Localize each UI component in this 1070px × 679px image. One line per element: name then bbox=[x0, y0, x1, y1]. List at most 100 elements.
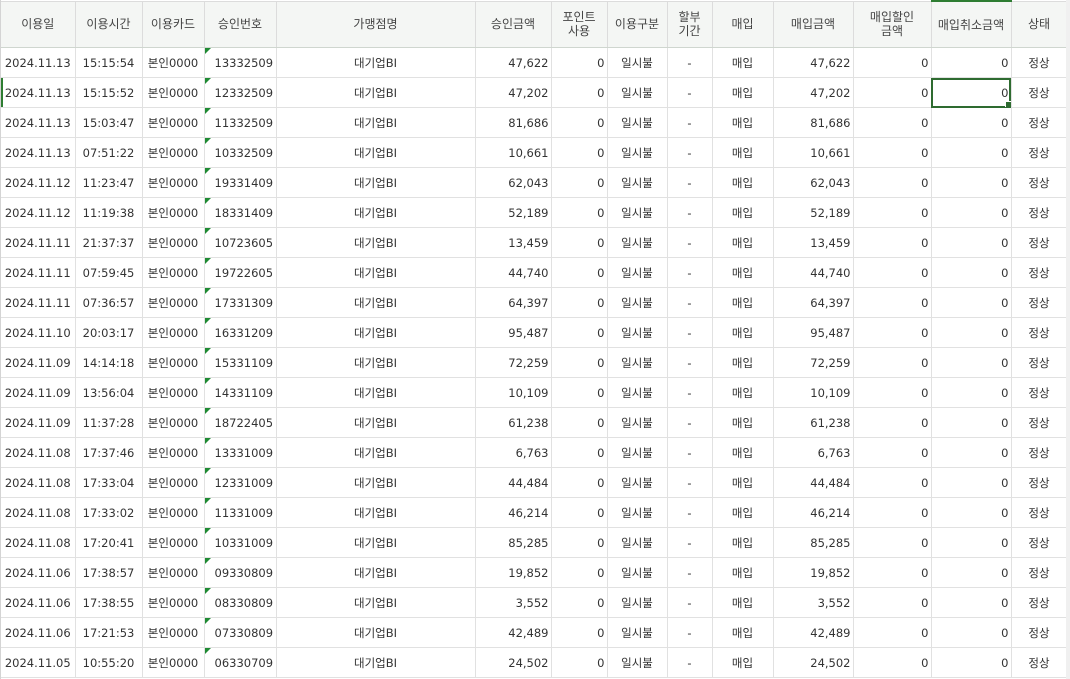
cell-status[interactable]: 정상 bbox=[1011, 377, 1068, 408]
cell-installment-period[interactable]: - bbox=[667, 407, 713, 438]
cell-use-time[interactable]: 17:37:46 bbox=[75, 437, 143, 468]
cell-status[interactable]: 정상 bbox=[1011, 317, 1068, 348]
cell-approval-no[interactable]: 18722405 bbox=[204, 407, 277, 438]
cell-purchase-cancel-amount[interactable]: 0 bbox=[931, 647, 1012, 678]
cell-approval-no[interactable]: 18331409 bbox=[204, 197, 277, 228]
cell-purchase-cancel-amount[interactable]: 0 bbox=[931, 107, 1012, 138]
cell-installment-period[interactable]: - bbox=[667, 227, 713, 258]
cell-purchase-discount-amount[interactable]: 0 bbox=[853, 227, 932, 258]
cell-status[interactable]: 정상 bbox=[1011, 137, 1068, 168]
cell-point-use[interactable]: 0 bbox=[551, 47, 608, 78]
cell-point-use[interactable]: 0 bbox=[551, 257, 608, 288]
cell-installment-period[interactable]: - bbox=[667, 137, 713, 168]
cell-merchant-name[interactable]: 대기업BI bbox=[276, 197, 476, 228]
cell-merchant-name[interactable]: 대기업BI bbox=[276, 467, 476, 498]
cell-use-date[interactable]: 2024.11.08 bbox=[1, 527, 76, 558]
cell-approval-no[interactable]: 06330709 bbox=[204, 647, 277, 678]
cell-point-use[interactable]: 0 bbox=[551, 377, 608, 408]
cell-point-use[interactable]: 0 bbox=[551, 527, 608, 558]
cell-purchase-amount[interactable]: 46,214 bbox=[773, 497, 854, 528]
cell-merchant-name[interactable]: 대기업BI bbox=[276, 437, 476, 468]
cell-status[interactable]: 정상 bbox=[1011, 167, 1068, 198]
cell-merchant-name[interactable]: 대기업BI bbox=[276, 377, 476, 408]
cell-approval-no[interactable]: 12332509 bbox=[204, 77, 277, 108]
cell-approval-no[interactable]: 17331309 bbox=[204, 287, 277, 318]
cell-purchase[interactable]: 매입 bbox=[712, 467, 774, 498]
cell-installment-period[interactable]: - bbox=[667, 467, 713, 498]
header-use-type[interactable]: 이용구분 bbox=[607, 0, 668, 48]
cell-approval-amount[interactable]: 46,214 bbox=[475, 497, 552, 528]
cell-purchase-discount-amount[interactable]: 0 bbox=[853, 617, 932, 648]
cell-purchase-discount-amount[interactable]: 0 bbox=[853, 347, 932, 378]
cell-use-card[interactable]: 본인0000 bbox=[142, 137, 205, 168]
cell-installment-period[interactable]: - bbox=[667, 497, 713, 528]
cell-purchase[interactable]: 매입 bbox=[712, 257, 774, 288]
cell-use-card[interactable]: 본인0000 bbox=[142, 317, 205, 348]
cell-purchase[interactable]: 매입 bbox=[712, 647, 774, 678]
table-row[interactable]: 2024.11.11 21:37:37 본인0000 10723605 대기업BI 13,… bbox=[1, 227, 1068, 258]
cell-merchant-name[interactable]: 대기업BI bbox=[276, 77, 476, 108]
cell-approval-amount[interactable]: 95,487 bbox=[475, 317, 552, 348]
cell-purchase-amount[interactable]: 95,487 bbox=[773, 317, 854, 348]
cell-use-date[interactable]: 2024.11.08 bbox=[1, 467, 76, 498]
table-row[interactable]: 2024.11.08 17:33:02 본인0000 11331009 대기업BI 46,… bbox=[1, 497, 1068, 528]
cell-use-card[interactable]: 본인0000 bbox=[142, 347, 205, 378]
cell-use-date[interactable]: 2024.11.10 bbox=[1, 317, 76, 348]
cell-use-type[interactable]: 일시불 bbox=[607, 647, 668, 678]
cell-use-type[interactable]: 일시불 bbox=[607, 587, 668, 618]
cell-use-date[interactable]: 2024.11.13 bbox=[1, 77, 76, 108]
cell-status[interactable]: 정상 bbox=[1011, 647, 1068, 678]
cell-approval-no[interactable]: 13332509 bbox=[204, 47, 277, 78]
cell-purchase-amount[interactable]: 10,109 bbox=[773, 377, 854, 408]
cell-use-type[interactable]: 일시불 bbox=[607, 347, 668, 378]
cell-status[interactable]: 정상 bbox=[1011, 287, 1068, 318]
table-row[interactable]: 2024.11.06 17:38:57 본인0000 09330809 대기업BI 19,… bbox=[1, 557, 1068, 588]
cell-purchase[interactable]: 매입 bbox=[712, 377, 774, 408]
cell-use-type[interactable]: 일시불 bbox=[607, 197, 668, 228]
cell-purchase-discount-amount[interactable]: 0 bbox=[853, 137, 932, 168]
cell-purchase-discount-amount[interactable]: 0 bbox=[853, 557, 932, 588]
cell-approval-amount[interactable]: 47,622 bbox=[475, 47, 552, 78]
cell-purchase-cancel-amount[interactable]: 0 bbox=[931, 257, 1012, 288]
cell-approval-no[interactable]: 11332509 bbox=[204, 107, 277, 138]
cell-purchase-cancel-amount[interactable]: 0 bbox=[931, 377, 1012, 408]
cell-purchase[interactable]: 매입 bbox=[712, 47, 774, 78]
cell-approval-amount[interactable]: 10,661 bbox=[475, 137, 552, 168]
cell-purchase-amount[interactable]: 42,489 bbox=[773, 617, 854, 648]
cell-use-date[interactable]: 2024.11.09 bbox=[1, 377, 76, 408]
cell-status[interactable]: 정상 bbox=[1011, 257, 1068, 288]
cell-use-type[interactable]: 일시불 bbox=[607, 527, 668, 558]
cell-purchase[interactable]: 매입 bbox=[712, 317, 774, 348]
cell-approval-amount[interactable]: 6,763 bbox=[475, 437, 552, 468]
cell-use-date[interactable]: 2024.11.12 bbox=[1, 197, 76, 228]
cell-approval-no[interactable]: 11331009 bbox=[204, 497, 277, 528]
cell-installment-period[interactable]: - bbox=[667, 47, 713, 78]
cell-approval-amount[interactable]: 44,484 bbox=[475, 467, 552, 498]
cell-use-time[interactable]: 15:15:54 bbox=[75, 47, 143, 78]
cell-use-type[interactable]: 일시불 bbox=[607, 287, 668, 318]
cell-approval-no[interactable]: 15331109 bbox=[204, 347, 277, 378]
cell-merchant-name[interactable]: 대기업BI bbox=[276, 617, 476, 648]
cell-point-use[interactable]: 0 bbox=[551, 647, 608, 678]
cell-status[interactable]: 정상 bbox=[1011, 437, 1068, 468]
cell-purchase-amount[interactable]: 52,189 bbox=[773, 197, 854, 228]
cell-purchase[interactable]: 매입 bbox=[712, 197, 774, 228]
cell-use-date[interactable]: 2024.11.11 bbox=[1, 227, 76, 258]
cell-status[interactable]: 정상 bbox=[1011, 47, 1068, 78]
cell-use-date[interactable]: 2024.11.11 bbox=[1, 287, 76, 318]
header-purchase-amount[interactable]: 매입금액 bbox=[773, 0, 854, 48]
cell-approval-amount[interactable]: 62,043 bbox=[475, 167, 552, 198]
cell-purchase-cancel-amount[interactable]: 0 bbox=[931, 557, 1012, 588]
cell-approval-amount[interactable]: 81,686 bbox=[475, 107, 552, 138]
cell-purchase-discount-amount[interactable]: 0 bbox=[853, 467, 932, 498]
cell-approval-amount[interactable]: 64,397 bbox=[475, 287, 552, 318]
table-row[interactable]: 2024.11.08 17:33:04 본인0000 12331009 대기업BI 44,… bbox=[1, 467, 1068, 498]
header-status[interactable]: 상태 bbox=[1011, 0, 1068, 48]
cell-approval-no[interactable]: 10331009 bbox=[204, 527, 277, 558]
cell-point-use[interactable]: 0 bbox=[551, 347, 608, 378]
cell-approval-no[interactable]: 12331009 bbox=[204, 467, 277, 498]
cell-purchase[interactable]: 매입 bbox=[712, 497, 774, 528]
cell-point-use[interactable]: 0 bbox=[551, 287, 608, 318]
cell-use-date[interactable]: 2024.11.13 bbox=[1, 107, 76, 138]
cell-purchase[interactable]: 매입 bbox=[712, 557, 774, 588]
